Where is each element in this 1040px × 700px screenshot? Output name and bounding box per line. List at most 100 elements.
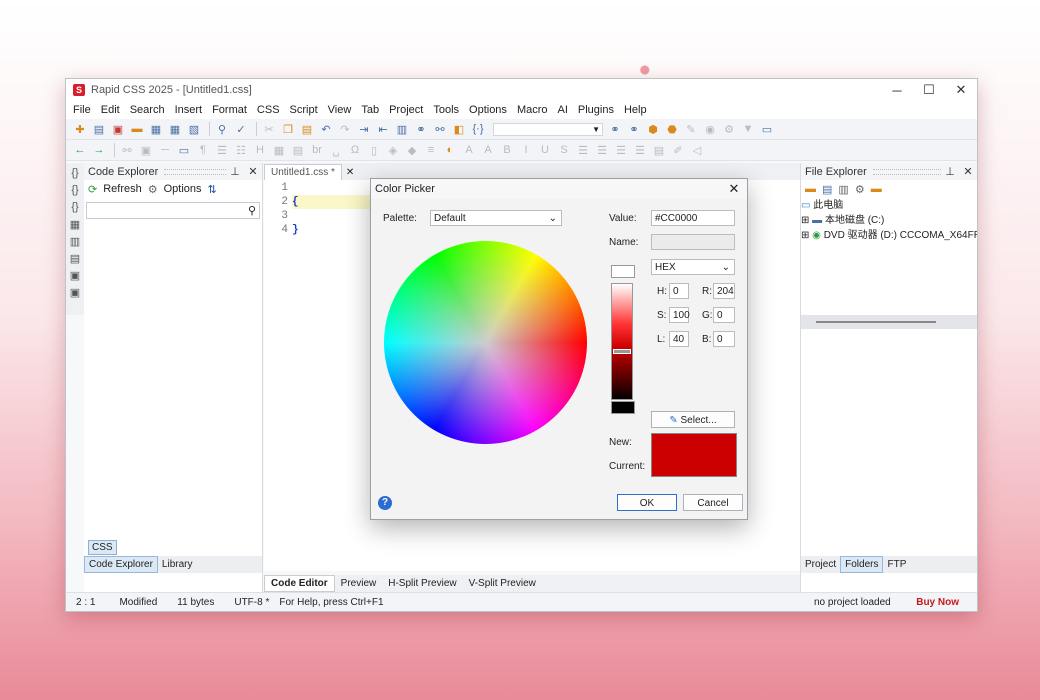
- g-input[interactable]: 0: [713, 307, 735, 323]
- table-icon[interactable]: ▦: [271, 143, 287, 157]
- justify-icon[interactable]: ☰: [632, 143, 648, 157]
- snippet-icon[interactable]: ⬣: [664, 122, 680, 136]
- comment-icon[interactable]: ▭: [759, 122, 775, 136]
- tab-folders[interactable]: Folders: [840, 556, 884, 573]
- align-left-icon[interactable]: ☰: [575, 143, 591, 157]
- horizontal-scrollbar[interactable]: [801, 315, 977, 329]
- hr-icon[interactable]: ─: [157, 143, 173, 157]
- tab-h-split-preview[interactable]: H-Split Preview: [382, 576, 462, 591]
- menu-edit[interactable]: Edit: [101, 104, 120, 116]
- validate-icon[interactable]: ◉: [702, 122, 718, 136]
- tree-item-this-pc[interactable]: ▭ 此电脑: [801, 198, 977, 213]
- code-explorer-search-input[interactable]: ⚲: [86, 202, 260, 219]
- tree-item-drive-d[interactable]: ⊞ ◉ DVD 驱动器 (D:) CCCOMA_X64FRE_: [801, 228, 977, 243]
- script-icon[interactable]: ≡: [423, 143, 439, 157]
- form-icon[interactable]: ▤: [290, 143, 306, 157]
- format-select[interactable]: HEX ⌄: [651, 259, 735, 275]
- undo-icon[interactable]: ↶: [318, 122, 334, 136]
- buy-now-link[interactable]: Buy Now: [916, 597, 959, 608]
- grid-icon[interactable]: ▦: [68, 217, 82, 231]
- omega-icon[interactable]: Ω: [347, 143, 363, 157]
- close-button[interactable]: ✕: [945, 82, 977, 98]
- find-next-icon[interactable]: ⚭: [607, 122, 623, 136]
- color-wheel[interactable]: [384, 241, 587, 444]
- link-icon[interactable]: ⚯: [119, 143, 135, 157]
- font-size-icon[interactable]: A: [480, 143, 496, 157]
- b-input[interactable]: 0: [713, 331, 735, 347]
- css-badge-icon[interactable]: ▣: [68, 268, 82, 282]
- value-input[interactable]: #CC0000: [651, 210, 735, 226]
- find-prev-icon[interactable]: ⚭: [626, 122, 642, 136]
- menu-css[interactable]: CSS: [257, 104, 280, 116]
- marker-icon[interactable]: ✐: [670, 143, 686, 157]
- new-html-icon[interactable]: ▤: [91, 122, 107, 136]
- lightness-slider[interactable]: [611, 283, 633, 400]
- chat-icon[interactable]: ▭: [176, 143, 192, 157]
- new-file-icon[interactable]: ✚: [72, 122, 88, 136]
- pdf-icon[interactable]: ▣: [110, 122, 126, 136]
- spellcheck-icon[interactable]: ✓: [233, 122, 249, 136]
- ok-button[interactable]: OK: [617, 494, 677, 511]
- indent-icon[interactable]: ⇥: [356, 122, 372, 136]
- r-input[interactable]: 204: [713, 283, 735, 299]
- paragraph-icon[interactable]: ¶: [195, 143, 211, 157]
- menu-file[interactable]: File: [73, 104, 91, 116]
- sort-icon[interactable]: ⇅: [208, 183, 217, 196]
- list-icon[interactable]: ☰: [214, 143, 230, 157]
- save-icon[interactable]: ▦: [148, 122, 164, 136]
- folder-icon[interactable]: ▬: [871, 183, 882, 195]
- copy-icon[interactable]: ❐: [280, 122, 296, 136]
- heading-icon[interactable]: H: [252, 143, 268, 157]
- layout-icon[interactable]: ▥: [394, 122, 410, 136]
- encoding[interactable]: UTF-8 *: [234, 597, 269, 608]
- break-icon[interactable]: br: [309, 143, 325, 157]
- chart-icon[interactable]: ▤: [68, 251, 82, 265]
- tab-library[interactable]: Library: [158, 557, 197, 572]
- block-icon[interactable]: ▤: [651, 143, 667, 157]
- darkest-swatch[interactable]: [611, 401, 635, 414]
- replace-icon[interactable]: ⚯: [432, 122, 448, 136]
- palette-select[interactable]: Default ⌄: [430, 210, 562, 226]
- css-badge-icon[interactable]: ▣: [68, 285, 82, 299]
- tab-v-split-preview[interactable]: V-Split Preview: [463, 576, 542, 591]
- image-icon[interactable]: ▣: [138, 143, 154, 157]
- refresh-icon[interactable]: ⟳: [88, 183, 97, 196]
- font-icon[interactable]: A: [461, 143, 477, 157]
- braces-icon[interactable]: {}: [68, 183, 82, 197]
- open-in-browser-icon[interactable]: ◧: [451, 122, 467, 136]
- redo-icon[interactable]: ↷: [337, 122, 353, 136]
- options-button[interactable]: Options: [164, 183, 202, 195]
- code-area[interactable]: { }: [292, 181, 372, 237]
- menu-ai[interactable]: AI: [558, 104, 568, 116]
- menu-tools[interactable]: Tools: [433, 104, 459, 116]
- search-combo[interactable]: ▼: [493, 122, 603, 136]
- tab-untitled1-css[interactable]: Untitled1.css *: [264, 164, 342, 180]
- color-picker-icon[interactable]: ◐: [442, 143, 458, 157]
- view-icon[interactable]: ▥: [838, 183, 848, 196]
- braces-icon[interactable]: {}: [68, 200, 82, 214]
- gear-icon[interactable]: ⚙: [721, 122, 737, 136]
- l-input[interactable]: 40: [669, 331, 689, 347]
- menu-project[interactable]: Project: [389, 104, 423, 116]
- tab-preview[interactable]: Preview: [335, 576, 383, 591]
- outdent-icon[interactable]: ⇤: [375, 122, 391, 136]
- print-icon[interactable]: ▧: [186, 122, 202, 136]
- menu-help[interactable]: Help: [624, 104, 647, 116]
- forward-arrow-icon[interactable]: →: [91, 143, 107, 157]
- select-color-button[interactable]: ✎ Select...: [651, 411, 735, 428]
- underline-icon[interactable]: U: [537, 143, 553, 157]
- folder-up-icon[interactable]: ▬: [805, 183, 816, 195]
- menu-insert[interactable]: Insert: [175, 104, 203, 116]
- strike-icon[interactable]: S: [556, 143, 572, 157]
- css-filter-tag[interactable]: CSS: [88, 540, 117, 555]
- paste-icon[interactable]: ▤: [299, 122, 315, 136]
- tab-ftp[interactable]: FTP: [883, 557, 910, 572]
- binoculars-icon[interactable]: ⚭: [413, 122, 429, 136]
- menu-macro[interactable]: Macro: [517, 104, 548, 116]
- tab-project[interactable]: Project: [801, 557, 840, 572]
- close-icon[interactable]: ✕: [959, 165, 977, 178]
- tab-code-explorer[interactable]: Code Explorer: [84, 556, 158, 573]
- pin-icon[interactable]: ⊥: [941, 165, 959, 178]
- align-right-icon[interactable]: ☰: [613, 143, 629, 157]
- cut-icon[interactable]: ✂: [261, 122, 277, 136]
